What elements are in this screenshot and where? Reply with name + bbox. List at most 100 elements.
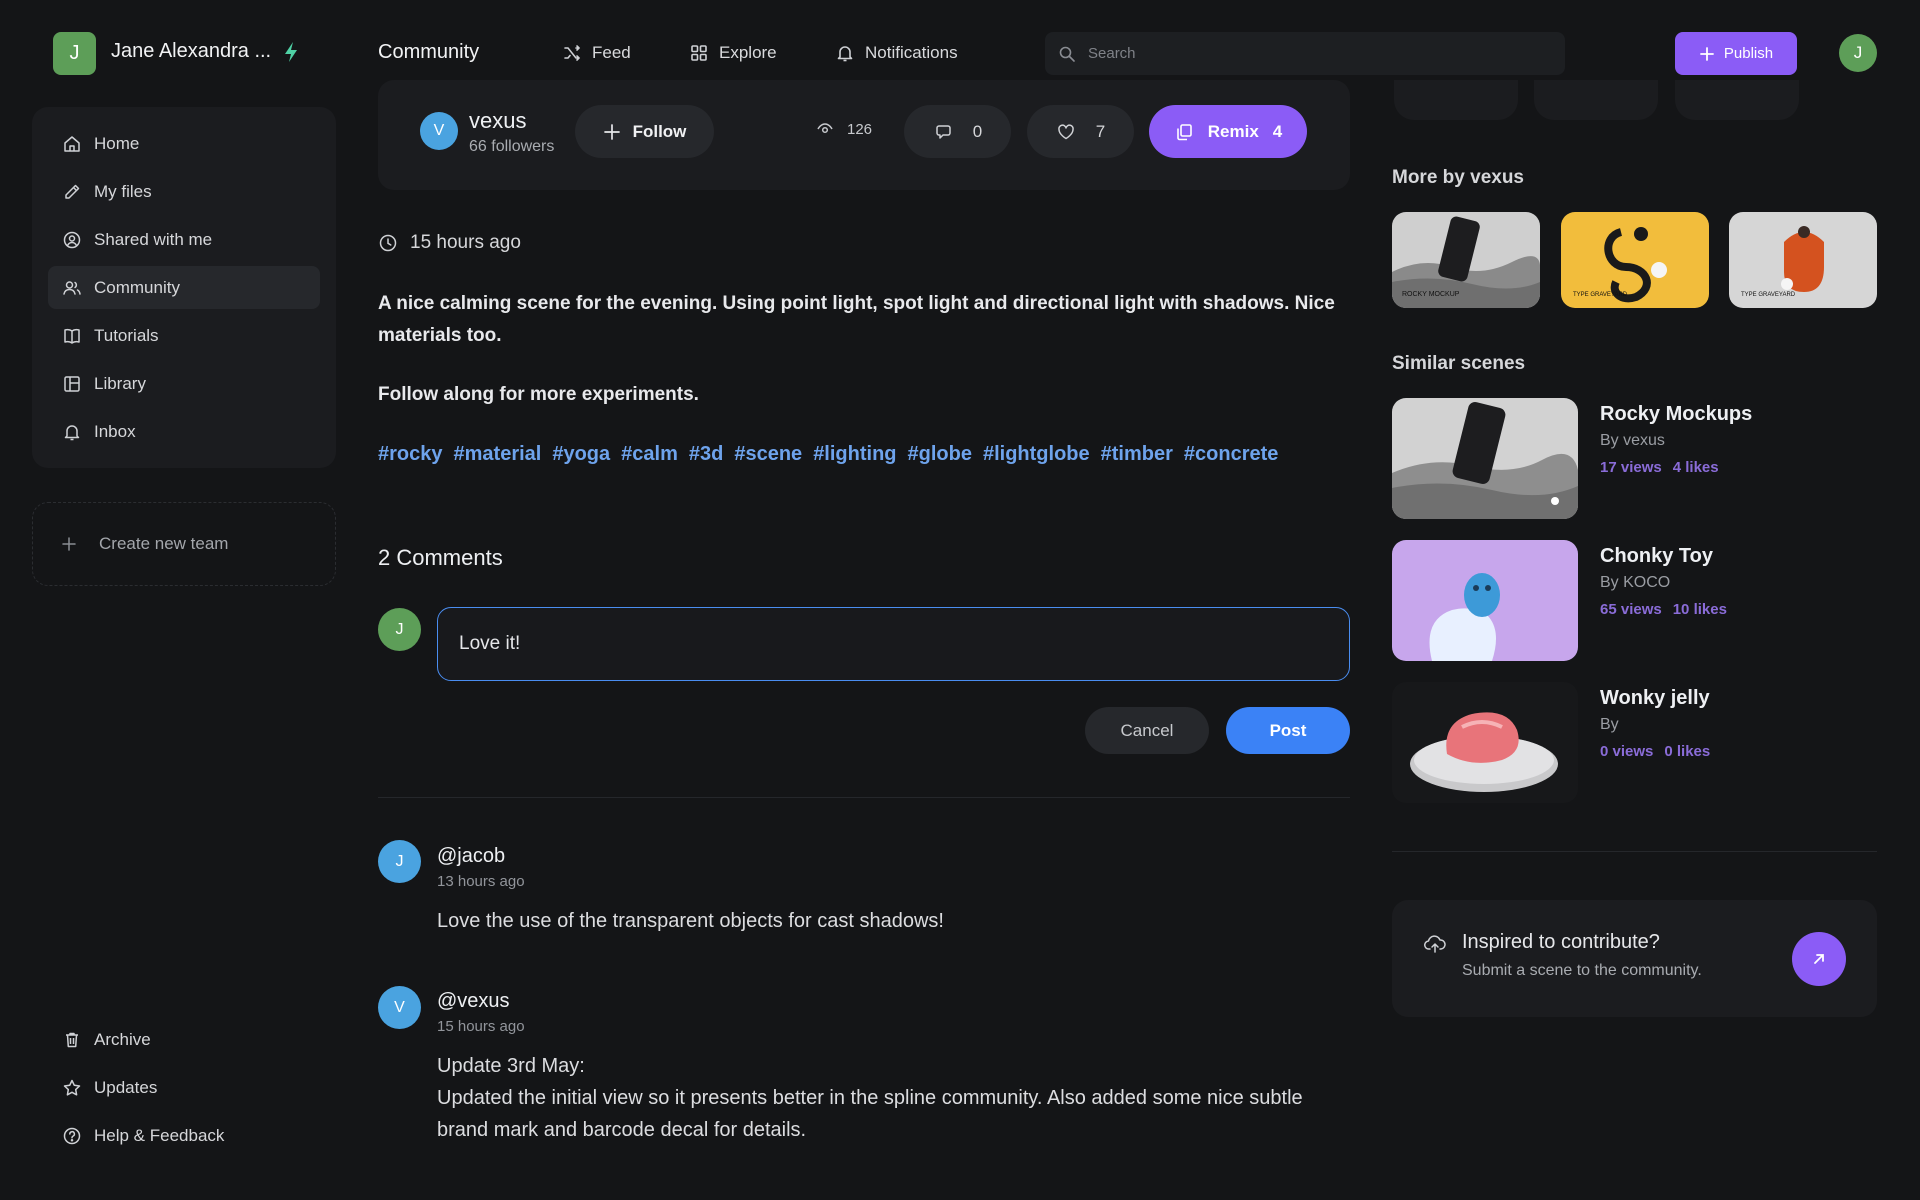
user-circle-icon — [63, 231, 81, 248]
tag-link[interactable]: #3d — [689, 443, 723, 466]
post-time-label: 15 hours ago — [410, 232, 521, 253]
help-icon — [63, 1127, 81, 1145]
contribute-subtitle: Submit a scene to the community. — [1462, 962, 1702, 979]
post-button[interactable]: Post — [1226, 707, 1350, 754]
comment-input[interactable] — [437, 607, 1350, 681]
tag-link[interactable]: #concrete — [1184, 443, 1279, 466]
tag-link[interactable]: #scene — [734, 443, 802, 466]
sidebar-item-library[interactable]: Library — [48, 362, 320, 405]
more-by-heading: More by vexus — [1392, 167, 1524, 188]
sidebar-item-label: My files — [94, 181, 152, 201]
tag-link[interactable]: #timber — [1101, 443, 1173, 466]
tag-chip[interactable] — [1534, 80, 1658, 120]
create-team-button[interactable]: Create new team — [32, 502, 336, 586]
user-avatar[interactable]: J — [1839, 34, 1877, 72]
tag-link[interactable]: #lighting — [813, 443, 896, 466]
sidebar-item-label: Updates — [94, 1078, 158, 1097]
tag-chip[interactable] — [1675, 80, 1799, 120]
thumbnail-caption: ROCKY MOCKUP — [1402, 291, 1460, 298]
tag-link[interactable]: #lightglobe — [983, 443, 1090, 466]
contribute-title: Inspired to contribute? — [1462, 931, 1660, 953]
similar-author[interactable]: By KOCO — [1600, 574, 1670, 592]
workspace-name[interactable]: Jane Alexandra ... — [111, 40, 271, 63]
eye-icon — [817, 123, 833, 134]
tag-link[interactable]: #calm — [621, 443, 678, 466]
contribute-button[interactable] — [1792, 932, 1846, 986]
similar-author[interactable]: By — [1600, 716, 1619, 734]
similar-thumbnail-jelly[interactable] — [1392, 682, 1578, 803]
tag-list: #rocky #material #yoga #calm #3d #scene … — [378, 443, 1278, 466]
similar-stats: 17 views 4 likes — [1600, 459, 1719, 476]
sidebar-item-my-files[interactable]: My files — [48, 170, 320, 213]
star-icon — [63, 1079, 81, 1096]
remix-label: Remix — [1207, 121, 1259, 141]
remix-button[interactable]: Remix 4 — [1149, 105, 1307, 158]
tag-link[interactable]: #rocky — [378, 443, 443, 466]
similar-likes: 4 likes — [1672, 459, 1719, 476]
comment-icon — [936, 124, 951, 139]
cancel-button[interactable]: Cancel — [1085, 707, 1209, 754]
similar-stats: 0 views 0 likes — [1600, 743, 1710, 760]
sidebar-item-label: Shared with me — [94, 229, 213, 249]
nav-explore[interactable]: Explore — [689, 41, 777, 65]
comment-time: 13 hours ago — [437, 873, 525, 890]
similar-stats: 65 views 10 likes — [1600, 601, 1727, 618]
sidebar-item-label: Help & Feedback — [94, 1126, 225, 1145]
similar-title[interactable]: Wonky jelly — [1600, 687, 1710, 710]
sidebar-item-inbox[interactable]: Inbox — [48, 410, 320, 453]
comments-button[interactable]: 0 — [904, 105, 1011, 158]
sidebar-item-home[interactable]: Home — [48, 122, 320, 165]
similar-thumbnail-rocky[interactable] — [1392, 398, 1578, 519]
publish-label: Publish — [1723, 45, 1774, 62]
sidebar-item-tutorials[interactable]: Tutorials — [48, 314, 320, 357]
author-followers: 66 followers — [469, 138, 555, 155]
more-by-thumbnail-type-grey[interactable]: TYPE GRAVEYARD — [1729, 212, 1877, 308]
similar-title[interactable]: Rocky Mockups — [1600, 403, 1752, 426]
type-graveyard-yellow-image: TYPE GRAVEYARD — [1561, 212, 1709, 308]
pencil-icon — [65, 184, 80, 199]
tag-link[interactable]: #yoga — [552, 443, 610, 466]
sidebar-item-archive[interactable]: Archive — [48, 1020, 151, 1060]
sidebar-item-help[interactable]: Help & Feedback — [48, 1116, 224, 1156]
more-by-thumbnail-type-yellow[interactable]: TYPE GRAVEYARD — [1561, 212, 1709, 308]
similar-views: 0 views — [1600, 743, 1654, 760]
comment-avatar[interactable]: V — [378, 986, 421, 1029]
tag-link[interactable]: #material — [454, 443, 542, 466]
nav-feed[interactable]: Feed — [562, 41, 631, 65]
workspace-avatar[interactable]: J — [53, 32, 96, 75]
sidebar-item-label: Archive — [94, 1030, 151, 1049]
tag-chip[interactable] — [1394, 80, 1518, 120]
comment-avatar[interactable]: J — [378, 840, 421, 883]
tag-link[interactable]: #globe — [908, 443, 972, 466]
current-user-avatar: J — [378, 608, 421, 651]
nav-notifications[interactable]: Notifications — [835, 41, 958, 65]
author-name[interactable]: vexus — [469, 108, 526, 134]
nav-notifications-label: Notifications — [865, 43, 958, 62]
bolt-icon — [285, 42, 297, 62]
post-description-follow: Follow along for more experiments. — [378, 384, 699, 405]
comment-username[interactable]: @vexus — [437, 990, 510, 1013]
chonky-toy-image — [1392, 540, 1578, 661]
similar-thumbnail-chonky[interactable] — [1392, 540, 1578, 661]
cloud-upload-icon — [1424, 935, 1446, 953]
publish-button[interactable]: Publish — [1675, 32, 1797, 75]
bell-icon — [64, 424, 80, 440]
sidebar-item-updates[interactable]: Updates — [48, 1068, 157, 1108]
rocky-mockups-image — [1392, 398, 1578, 519]
thumbnail-caption: TYPE GRAVEYARD — [1741, 292, 1796, 298]
search-input[interactable] — [1088, 45, 1548, 62]
copy-icon — [1176, 123, 1192, 140]
sidebar-item-community[interactable]: Community — [48, 266, 320, 309]
sidebar-item-label: Home — [94, 133, 140, 153]
follow-button[interactable]: Follow — [575, 105, 714, 158]
sidebar-item-shared[interactable]: Shared with me — [48, 218, 320, 261]
similar-title[interactable]: Chonky Toy — [1600, 545, 1713, 568]
search-bar[interactable] — [1045, 32, 1565, 75]
arrow-up-right-icon — [1814, 954, 1824, 964]
like-button[interactable]: 7 — [1027, 105, 1134, 158]
more-by-thumbnail-rocky[interactable]: ROCKY MOCKUP — [1392, 212, 1540, 308]
author-avatar[interactable]: V — [420, 112, 458, 150]
comment-username[interactable]: @jacob — [437, 845, 505, 868]
similar-author[interactable]: By vexus — [1600, 432, 1665, 450]
views-count: 126 — [847, 120, 873, 138]
